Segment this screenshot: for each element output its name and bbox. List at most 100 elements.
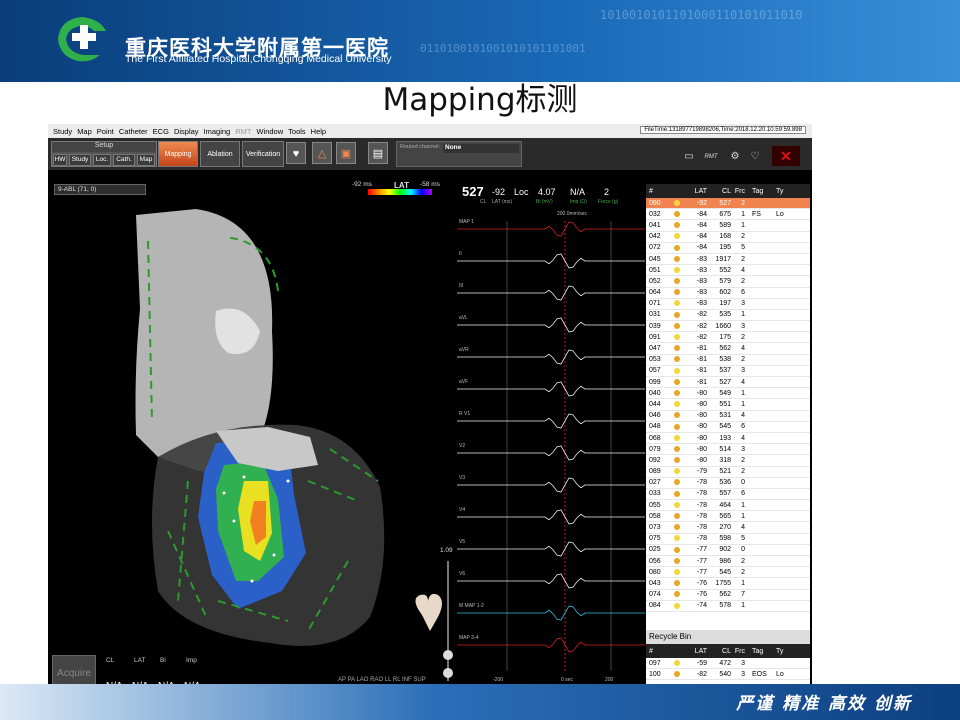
view-orientations[interactable]: AP PA LAO RAO LL RL INF SUP xyxy=(338,677,426,683)
table-row[interactable]: 046 -80 531 4 xyxy=(646,411,810,422)
menu-item[interactable]: Study xyxy=(53,127,72,136)
cell-id: 099 xyxy=(649,378,661,386)
table-row[interactable]: 053 -81 538 2 xyxy=(646,355,810,366)
cell-cl: 565 xyxy=(719,512,731,520)
table-row[interactable]: 027 -78 536 0 xyxy=(646,478,810,489)
table-row[interactable]: 074 -76 562 7 xyxy=(646,590,810,601)
table-row[interactable]: 071 -83 197 3 xyxy=(646,299,810,310)
table-row[interactable]: 045 -83 1917 2 xyxy=(646,254,810,266)
routed-channel[interactable]: Routed channel: None xyxy=(396,141,522,167)
cell-lat: -80 xyxy=(696,445,707,453)
menu-item[interactable]: Help xyxy=(311,127,326,136)
table-row[interactable]: 097 -59 472 3 xyxy=(646,658,810,670)
heart-icon[interactable]: ♥ xyxy=(286,142,306,164)
table-row[interactable]: 099 -81 527 4 xyxy=(646,377,810,389)
column-header[interactable]: # xyxy=(646,188,672,195)
table-row[interactable]: 079 -80 514 3 xyxy=(646,444,810,456)
table-row[interactable]: 043 -76 1755 1 xyxy=(646,578,810,590)
table-row[interactable]: 072 -84 195 5 xyxy=(646,243,810,254)
table-row[interactable]: 068 -80 193 4 xyxy=(646,433,810,445)
status-dot xyxy=(672,255,682,263)
heart-outline-icon[interactable]: ♡ xyxy=(748,150,762,164)
table-row[interactable]: 039 -82 1660 3 xyxy=(646,321,810,333)
table-row[interactable]: 084 -74 578 1 xyxy=(646,601,810,612)
monitor-icon[interactable]: ▭ xyxy=(682,150,696,164)
table-row[interactable]: 025 -77 902 0 xyxy=(646,545,810,556)
cell-frc: 1 xyxy=(741,579,745,587)
column-header[interactable]: Ty xyxy=(776,188,788,195)
3d-map-viewer[interactable]: 9-ABL (71, 0) -92 ms LAT -58 ms 1.09 AP … xyxy=(48,181,454,695)
table-row[interactable]: 033 -78 557 6 xyxy=(646,489,810,501)
table-row[interactable]: 055 -78 464 1 xyxy=(646,500,810,512)
setup-subbutton[interactable]: HW xyxy=(53,154,67,166)
column-header[interactable]: CL xyxy=(710,648,734,655)
table-row[interactable]: 080 -77 545 2 xyxy=(646,567,810,579)
table-row[interactable]: 056 -77 986 2 xyxy=(646,556,810,568)
column-header[interactable]: # xyxy=(646,648,672,655)
routed-channel-value[interactable]: None xyxy=(443,144,519,153)
table-row[interactable]: 064 -83 602 6 xyxy=(646,288,810,299)
table-row[interactable]: 041 -84 589 1 xyxy=(646,220,810,232)
catheter-select[interactable]: 9-ABL (71, 0) xyxy=(54,184,146,195)
table-row[interactable]: 031 -82 535 1 xyxy=(646,310,810,322)
setup-subbutton[interactable]: Cath. xyxy=(113,154,135,166)
menu-item[interactable]: Display xyxy=(174,127,199,136)
channel-label: V4 xyxy=(459,507,465,513)
panel-icon[interactable]: ▤ xyxy=(368,142,388,164)
column-header[interactable]: Ty xyxy=(776,648,788,655)
setup-subbutton[interactable]: Study xyxy=(69,154,91,166)
table-row[interactable]: 040 -80 549 1 xyxy=(646,388,810,400)
table-row[interactable]: 042 -84 168 2 xyxy=(646,232,810,243)
column-header[interactable]: Tag xyxy=(748,648,776,655)
column-header[interactable]: Frc xyxy=(734,188,748,195)
menu-item[interactable]: Tools xyxy=(288,127,306,136)
menu-item[interactable]: Map xyxy=(77,127,92,136)
table-row[interactable]: 058 -78 565 1 xyxy=(646,511,810,523)
box-icon[interactable]: ▣ xyxy=(336,142,356,164)
cell-frc: 2 xyxy=(741,233,745,241)
recycle-bin-title: Recycle Bin xyxy=(646,630,810,644)
readout-imp-label: Imp xyxy=(186,657,197,664)
column-header[interactable]: Frc xyxy=(734,648,748,655)
table-row[interactable]: 089 -79 521 2 xyxy=(646,467,810,478)
table-row[interactable]: 047 -81 562 4 xyxy=(646,343,810,355)
ablation-button[interactable]: Ablation xyxy=(200,141,240,167)
menu-item[interactable]: Catheter xyxy=(119,127,148,136)
gear-icon[interactable]: ⚙ xyxy=(728,150,742,164)
menu-item[interactable]: ECG xyxy=(153,127,169,136)
column-header[interactable]: LAT xyxy=(682,188,710,195)
table-row[interactable]: 075 -78 598 5 xyxy=(646,534,810,545)
setup-subbutton[interactable]: Loc. xyxy=(93,154,111,166)
table-row[interactable]: 090 -92 527 2 xyxy=(646,198,810,210)
status-dot xyxy=(672,557,682,565)
verification-button[interactable]: Verification xyxy=(242,141,284,167)
setup-button[interactable]: Setup xyxy=(52,142,156,152)
table-row[interactable]: 073 -78 270 4 xyxy=(646,522,810,534)
cell-lat: -80 xyxy=(696,400,707,408)
stop-icon[interactable]: ✕ xyxy=(772,146,800,166)
menu-item[interactable]: Imaging xyxy=(204,127,231,136)
cell-id: 040 xyxy=(649,389,661,397)
table-row[interactable]: 051 -83 552 4 xyxy=(646,265,810,277)
table-row[interactable]: 044 -80 551 1 xyxy=(646,399,810,411)
column-header[interactable]: Tag xyxy=(748,188,776,195)
table-row[interactable]: 100 -82 540 3 EOS Lo xyxy=(646,669,810,681)
table-row[interactable]: 048 -80 545 6 xyxy=(646,422,810,433)
heart-geometry xyxy=(135,209,453,681)
table-row[interactable]: 032 -84 675 1 FS Lo xyxy=(646,209,810,221)
setup-subbutton[interactable]: Map xyxy=(137,154,155,166)
points-table[interactable]: # LAT CL Frc Tag Ty 090 -92 527 2 032 -84 675 1 FS Lo 04… xyxy=(646,184,810,694)
table-row[interactable]: 057 -81 537 3 xyxy=(646,366,810,377)
menu-item[interactable]: Window xyxy=(256,127,283,136)
menu-item[interactable]: Point xyxy=(97,127,114,136)
menu-item[interactable]: RMT xyxy=(235,127,251,136)
column-header[interactable]: CL xyxy=(710,188,734,195)
triangle-icon[interactable]: △ xyxy=(312,142,332,164)
table-row[interactable]: 052 -83 579 2 xyxy=(646,276,810,288)
table-row[interactable]: 092 -80 318 2 xyxy=(646,455,810,467)
mapping-button[interactable]: Mapping xyxy=(158,141,198,167)
table-row[interactable]: 091 -82 175 2 xyxy=(646,332,810,344)
rmt-icon[interactable]: RMT xyxy=(700,150,722,164)
column-header[interactable]: LAT xyxy=(682,648,710,655)
point-dot-icon xyxy=(674,367,680,374)
